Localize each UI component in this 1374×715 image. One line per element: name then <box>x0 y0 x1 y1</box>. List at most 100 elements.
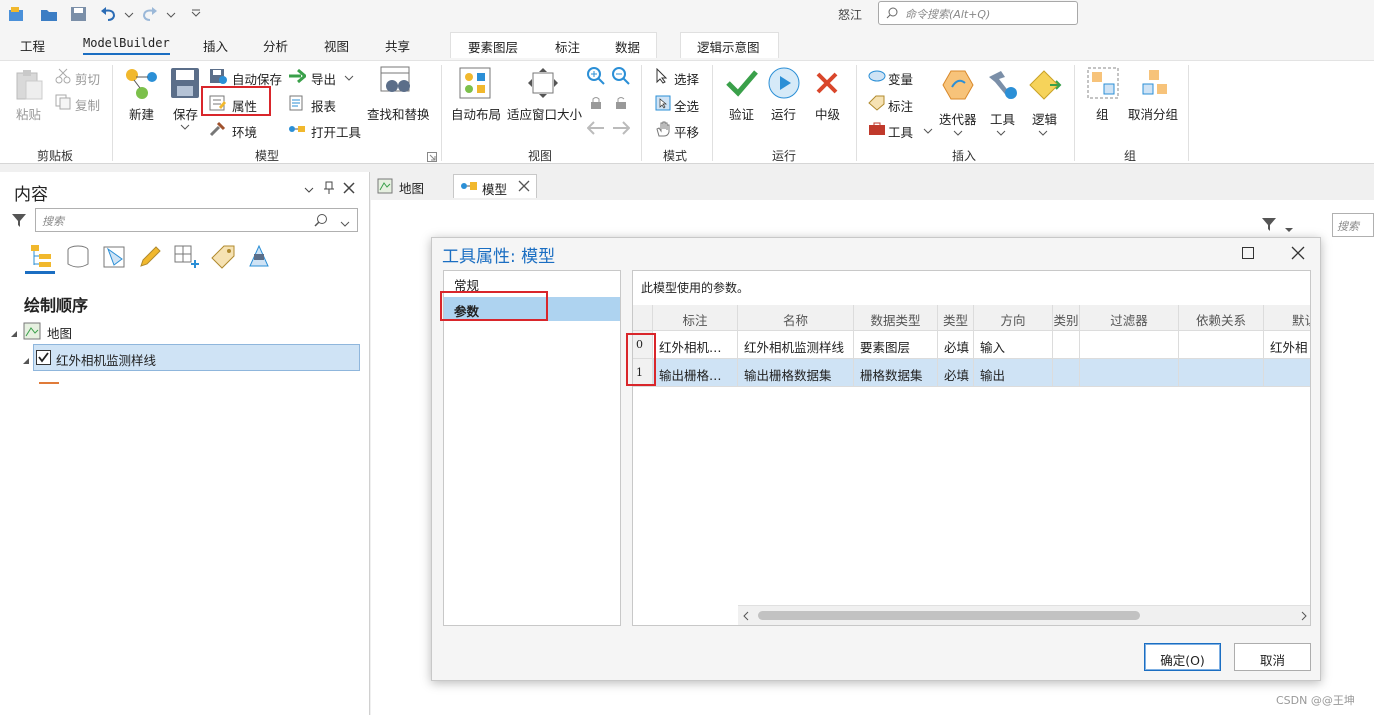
nav-general[interactable]: 常规 <box>444 271 620 295</box>
tab-share[interactable]: 共享 <box>385 36 410 55</box>
column-header[interactable]: 类别 <box>1053 305 1080 331</box>
cancel-button[interactable]: 取消 <box>1234 643 1311 671</box>
scroll-right-icon[interactable] <box>1300 610 1308 624</box>
paste-button[interactable]: 粘贴 <box>16 104 41 123</box>
find-replace-button[interactable]: 查找和替换 <box>367 104 430 123</box>
tab-modelbuilder[interactable]: ModelBuilder <box>83 36 170 55</box>
tools-dropdown-icon[interactable] <box>923 125 933 139</box>
fit-to-window-button[interactable]: 适应窗口大小 <box>507 104 582 123</box>
table-cell[interactable]: 输出栅格… <box>653 359 738 387</box>
ok-button[interactable]: 确定(O) <box>1144 643 1221 671</box>
table-cell[interactable]: 要素图层 <box>854 331 938 359</box>
table-cell[interactable] <box>1179 359 1264 387</box>
collapse-map-icon[interactable] <box>10 327 18 341</box>
table-cell[interactable] <box>1264 359 1310 387</box>
environments-button[interactable]: 环境 <box>232 122 257 141</box>
table-cell[interactable] <box>1179 331 1264 359</box>
column-header[interactable]: 过滤器 <box>1080 305 1179 331</box>
layer-tree-item[interactable]: 红外相机监测样线 <box>33 344 360 371</box>
contents-search-input[interactable]: 搜索 <box>35 208 358 232</box>
close-pane-icon[interactable] <box>343 182 355 197</box>
tab-labeling[interactable]: 标注 <box>555 37 580 56</box>
search-icon[interactable] <box>314 213 328 230</box>
tools-dropdown-button[interactable]: 工具 <box>888 122 913 141</box>
zoom-in-icon[interactable] <box>587 67 605 88</box>
list-by-editing-icon[interactable] <box>138 245 162 272</box>
table-cell[interactable] <box>1080 359 1179 387</box>
close-dialog-icon[interactable] <box>1291 246 1305 263</box>
auto-layout-button[interactable]: 自动布局 <box>451 104 501 123</box>
cut-button[interactable]: 剪切 <box>75 69 100 88</box>
table-cell[interactable]: 输出栅格数据集 <box>738 359 854 387</box>
tab-map-document[interactable]: 地图 <box>371 174 445 198</box>
redo-dropdown-icon[interactable] <box>166 6 176 22</box>
open-tool-button[interactable]: 打开工具 <box>311 122 361 141</box>
lock-icon[interactable] <box>589 96 603 113</box>
iterators-button[interactable]: 迭代器 <box>939 109 977 128</box>
tab-logic-schematic[interactable]: 逻辑示意图 <box>697 37 760 56</box>
table-cell[interactable]: 红外相机… <box>653 331 738 359</box>
group-button[interactable]: 组 <box>1096 104 1109 123</box>
pan-button[interactable]: 平移 <box>674 122 699 141</box>
undo-dropdown-icon[interactable] <box>124 6 134 22</box>
tool-button[interactable]: 工具 <box>990 109 1015 128</box>
next-extent-icon[interactable] <box>612 121 631 138</box>
column-header[interactable]: 标注 <box>653 305 738 331</box>
logic-button[interactable]: 逻辑 <box>1032 109 1057 128</box>
stop-button[interactable]: 中级 <box>815 104 840 123</box>
table-cell[interactable]: 栅格数据集 <box>854 359 938 387</box>
redo-icon[interactable] <box>140 6 158 22</box>
scrollbar-thumb[interactable] <box>758 611 1140 620</box>
active-user[interactable]: 怒江 <box>838 6 862 23</box>
collapse-layer-icon[interactable] <box>22 354 30 368</box>
row-index[interactable]: 1 <box>633 359 653 387</box>
column-header[interactable]: 默认 <box>1264 305 1310 331</box>
open-project-icon[interactable] <box>40 6 58 22</box>
table-cell[interactable] <box>1053 359 1080 387</box>
table-cell[interactable]: 红外相机监测样线 <box>738 331 854 359</box>
scroll-left-icon[interactable] <box>742 610 750 624</box>
canvas-filter-dropdown-icon[interactable] <box>1284 222 1294 236</box>
table-cell[interactable]: 红外相 <box>1264 331 1310 359</box>
paste-icon[interactable] <box>14 69 44 104</box>
dialog-launcher-icon[interactable] <box>427 151 437 165</box>
list-by-drawing-order-icon[interactable] <box>30 244 56 273</box>
autosave-button[interactable]: 自动保存 <box>232 69 282 88</box>
run-button[interactable]: 运行 <box>771 104 796 123</box>
export-dropdown-icon[interactable] <box>344 72 354 86</box>
horizontal-scrollbar[interactable] <box>738 605 1310 625</box>
new-project-icon[interactable] <box>8 6 26 22</box>
close-tab-icon[interactable] <box>518 180 530 195</box>
table-cell[interactable] <box>1053 331 1080 359</box>
select-button[interactable]: 选择 <box>674 69 699 88</box>
tab-analysis[interactable]: 分析 <box>263 36 288 55</box>
unlock-icon[interactable] <box>614 96 628 113</box>
canvas-filter-icon[interactable] <box>1261 216 1277 235</box>
new-model-button[interactable]: 新建 <box>129 104 154 123</box>
row-index[interactable]: 0 <box>633 331 653 359</box>
column-header[interactable]: 依赖关系 <box>1179 305 1264 331</box>
properties-button[interactable]: 属性 <box>232 96 257 115</box>
list-by-source-icon[interactable] <box>66 245 90 272</box>
copy-button[interactable]: 复制 <box>75 95 100 114</box>
select-all-button[interactable]: 全选 <box>674 96 699 115</box>
map-tree-item[interactable]: 地图 <box>47 323 72 342</box>
validate-button[interactable]: 验证 <box>729 104 754 123</box>
iterators-dropdown-icon[interactable] <box>953 127 963 141</box>
label-button[interactable]: 标注 <box>888 96 913 115</box>
tab-insert[interactable]: 插入 <box>203 36 228 55</box>
list-by-labeling-icon[interactable] <box>210 244 236 273</box>
list-by-snapping-icon[interactable] <box>173 244 199 273</box>
pin-icon[interactable] <box>323 181 335 198</box>
table-cell[interactable]: 输出 <box>974 359 1053 387</box>
canvas-search-input[interactable]: 搜索 <box>1332 213 1374 237</box>
nav-parameters[interactable]: 参数 <box>444 297 620 321</box>
variable-button[interactable]: 变量 <box>888 69 913 88</box>
column-header[interactable]: 名称 <box>738 305 854 331</box>
ungroup-button[interactable]: 取消分组 <box>1128 104 1178 123</box>
filter-funnel-icon[interactable] <box>11 212 27 231</box>
pane-options-chevron-icon[interactable] <box>304 184 314 198</box>
report-button[interactable]: 报表 <box>311 96 336 115</box>
save-project-icon[interactable] <box>70 6 88 22</box>
list-by-selection-icon[interactable] <box>102 245 126 272</box>
